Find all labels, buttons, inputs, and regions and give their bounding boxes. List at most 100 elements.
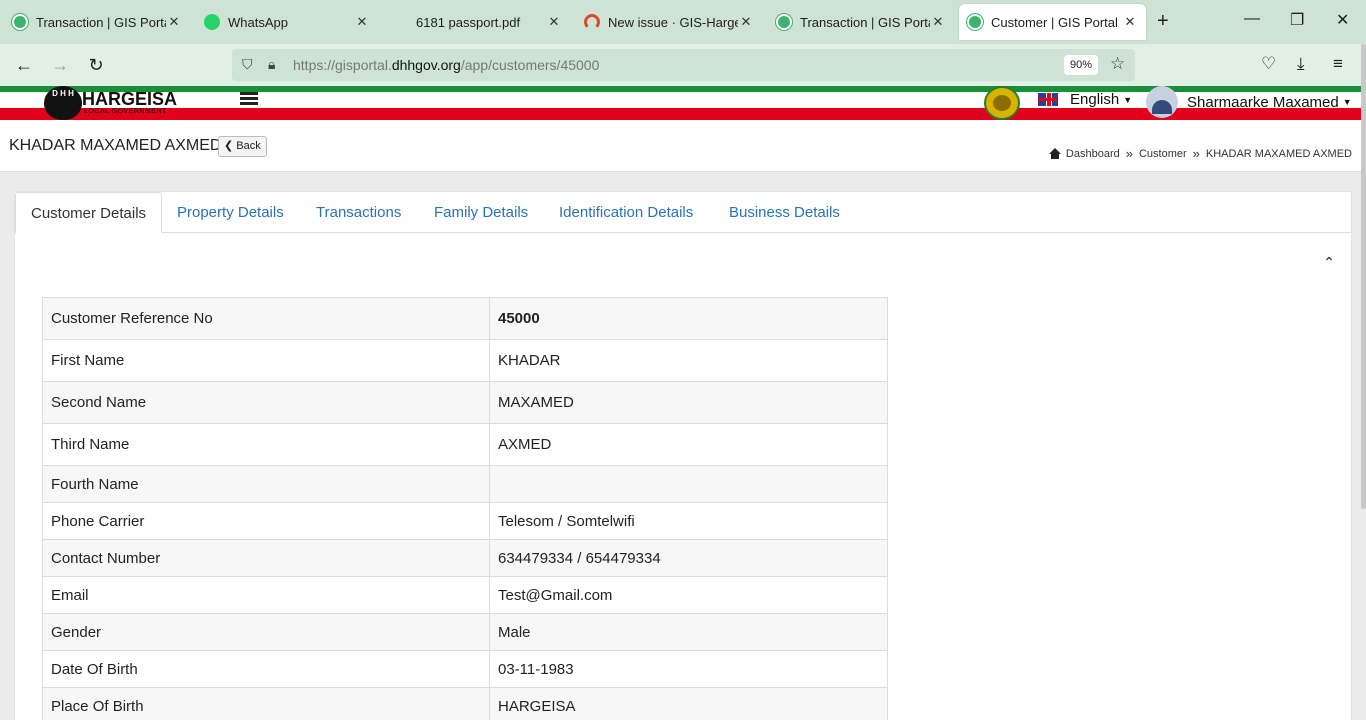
- user-name: Sharmaarke Maxamed: [1187, 93, 1339, 111]
- back-button-label: Back: [236, 140, 261, 152]
- breadcrumb-dashboard[interactable]: Dashboard: [1066, 148, 1120, 160]
- whatsapp-icon: [204, 14, 220, 30]
- detail-value: 03-11-1983: [489, 650, 888, 688]
- collapse-chevron-up-icon[interactable]: ⌃: [1321, 254, 1337, 270]
- pdf-icon: [392, 14, 408, 30]
- address-bar[interactable]: ⛉ 🔒︎ https://gisportal.dhhgov.org/app/cu…: [232, 49, 1135, 81]
- back-button[interactable]: ❮ Back: [218, 136, 267, 157]
- browser-tab-whatsapp[interactable]: WhatsApp ✕: [196, 4, 378, 40]
- caret-down-icon: ▼: [1123, 94, 1133, 105]
- url-domain: dhhgov.org: [391, 57, 461, 73]
- close-icon[interactable]: ✕: [166, 14, 182, 30]
- browser-tab-title: 6181 passport.pdf: [416, 14, 521, 30]
- close-icon[interactable]: ✕: [1122, 14, 1138, 30]
- customer-details-table: Customer Reference No 45000 First Name KHA…: [42, 297, 888, 720]
- forward-arrow-icon[interactable]: →: [48, 53, 72, 77]
- detail-value: KHADAR: [489, 339, 888, 382]
- detail-value: AXMED: [489, 423, 888, 466]
- page-title-bar: KHADAR MAXAMED AXMED ❮ Back Dashboard » …: [0, 122, 1366, 172]
- browser-tab-passport-pdf[interactable]: 6181 passport.pdf ✕: [384, 4, 570, 40]
- new-tab-plus-icon[interactable]: +: [1157, 10, 1169, 33]
- user-menu[interactable]: Sharmaarke Maxamed ▼: [1146, 86, 1352, 118]
- table-row: Second Name MAXAMED: [42, 381, 888, 424]
- detail-label: Contact Number: [42, 539, 490, 577]
- tab-identification-details[interactable]: Identification Details: [544, 192, 708, 233]
- hargeisa-logo[interactable]: D H H HARGEISA LOCAL GOVERNMENT: [44, 86, 184, 120]
- window-close-icon[interactable]: ✕: [1336, 10, 1349, 30]
- minimize-icon[interactable]: —: [1244, 10, 1260, 28]
- table-row: Gender Male: [42, 613, 888, 651]
- browser-navbar: ← → ↻ ⛉ 🔒︎ https://gisportal.dhhgov.org/…: [0, 44, 1366, 86]
- caret-down-icon: ▼: [1342, 97, 1352, 107]
- url-path: /app/customers/45000: [460, 57, 600, 73]
- gis-portal-icon: [12, 14, 28, 30]
- gitlab-icon: [584, 14, 600, 30]
- browser-tab-transaction-2[interactable]: Transaction | GIS Portal ✕: [768, 4, 954, 40]
- detail-value: [489, 465, 888, 503]
- detail-value: Telesom / Somtelwifi: [489, 502, 888, 540]
- detail-label: Phone Carrier: [42, 502, 490, 540]
- breadcrumb-customer[interactable]: Customer: [1139, 148, 1187, 160]
- browser-tab-title: WhatsApp: [228, 14, 288, 30]
- close-icon[interactable]: ✕: [354, 14, 370, 30]
- tab-customer-details[interactable]: Customer Details: [15, 192, 163, 234]
- detail-value: 45000: [489, 297, 888, 340]
- close-icon[interactable]: ✕: [738, 14, 754, 30]
- restore-icon[interactable]: ❐: [1290, 10, 1304, 30]
- tab-transactions[interactable]: Transactions: [301, 192, 416, 233]
- breadcrumb: Dashboard » Customer » KHADAR MAXAMED AX…: [1048, 146, 1352, 161]
- gis-portal-icon: [776, 14, 792, 30]
- table-row: Contact Number 634479334 / 654479334: [42, 539, 888, 577]
- detail-value: MAXAMED: [489, 381, 888, 424]
- app-header: D H H HARGEISA LOCAL GOVERNMENT English …: [0, 86, 1366, 122]
- detail-label: Fourth Name: [42, 465, 490, 503]
- tab-business-details[interactable]: Business Details: [714, 192, 855, 233]
- tab-family-details[interactable]: Family Details: [419, 192, 543, 233]
- hamburger-menu-icon[interactable]: [240, 92, 258, 106]
- lock-icon[interactable]: 🔒︎: [268, 56, 275, 73]
- avatar: [1146, 86, 1178, 118]
- table-row: Date Of Birth 03-11-1983: [42, 650, 888, 688]
- content-panel: Customer Details Property Details Transa…: [14, 191, 1353, 720]
- browser-tab-customer[interactable]: Customer | GIS Portal ✕: [959, 4, 1146, 40]
- browser-tab-new-issue[interactable]: New issue · GIS-Hargeisa ✕: [576, 4, 762, 40]
- language-selector[interactable]: English ▼: [1038, 91, 1132, 108]
- url-prefix: https://gisportal.: [293, 57, 392, 73]
- detail-value: Male: [489, 613, 888, 651]
- table-row: Place Of Birth HARGEISA: [42, 687, 888, 720]
- government-seal-icon: [984, 86, 1020, 120]
- menu-icon[interactable]: ≡: [1333, 54, 1343, 74]
- detail-value: 634479334 / 654479334: [489, 539, 888, 577]
- close-icon[interactable]: ✕: [930, 14, 946, 30]
- table-row: Customer Reference No 45000: [42, 297, 888, 340]
- detail-label: First Name: [42, 339, 490, 382]
- download-icon[interactable]: ⤓: [1297, 54, 1305, 74]
- bookmark-star-icon[interactable]: ☆: [1110, 54, 1125, 74]
- tab-property-details[interactable]: Property Details: [162, 192, 299, 233]
- detail-value: HARGEISA: [489, 687, 888, 720]
- back-arrow-icon[interactable]: ←: [12, 53, 36, 77]
- detail-label: Second Name: [42, 381, 490, 424]
- page-title: KHADAR MAXAMED AXMED: [9, 137, 222, 154]
- gis-portal-icon: [967, 14, 983, 30]
- chevron-left-icon: ❮: [224, 140, 237, 152]
- detail-label: Place Of Birth: [42, 687, 490, 720]
- table-row: First Name KHADAR: [42, 339, 888, 382]
- pocket-icon[interactable]: ♡: [1261, 54, 1276, 74]
- browser-tab-title: Transaction | GIS Portal: [36, 14, 166, 30]
- browser-tab-strip: Transaction | GIS Portal ✕ WhatsApp ✕ 61…: [0, 0, 1366, 44]
- zoom-level[interactable]: 90%: [1064, 55, 1098, 75]
- detail-tabs: Customer Details Property Details Transa…: [15, 192, 1353, 234]
- table-row: Email Test@Gmail.com: [42, 576, 888, 614]
- page-scrollbar[interactable]: [1361, 44, 1366, 509]
- reload-icon[interactable]: ↻: [84, 53, 108, 77]
- browser-tab-title: Transaction | GIS Portal: [800, 14, 930, 30]
- detail-label: Third Name: [42, 423, 490, 466]
- close-icon[interactable]: ✕: [546, 14, 562, 30]
- browser-tab-transaction-1[interactable]: Transaction | GIS Portal ✕: [4, 4, 190, 40]
- home-icon[interactable]: [1048, 148, 1061, 159]
- logo-text: HARGEISA: [82, 89, 178, 109]
- breadcrumb-current: KHADAR MAXAMED AXMED: [1205, 147, 1352, 160]
- url-text[interactable]: https://gisportal.dhhgov.org/app/custome…: [293, 57, 599, 73]
- shield-icon[interactable]: ⛉: [242, 56, 253, 73]
